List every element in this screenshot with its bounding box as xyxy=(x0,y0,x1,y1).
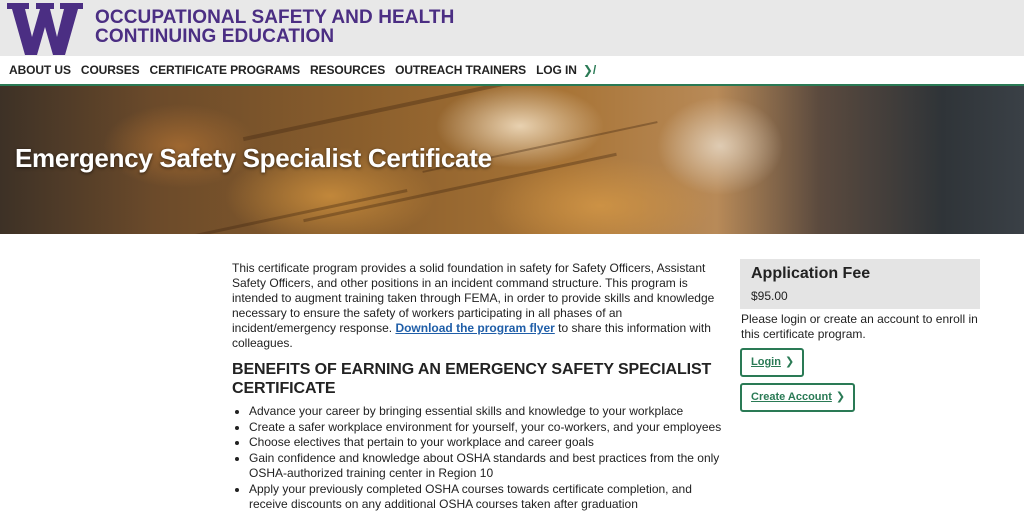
create-account-button[interactable]: Create Account ❯ xyxy=(740,383,856,412)
intro-paragraph: This certificate program provides a soli… xyxy=(232,261,722,351)
main-column: This certificate program provides a soli… xyxy=(232,261,722,513)
uw-logo[interactable] xyxy=(6,0,84,56)
main-nav: ABOUT US COURSES CERTIFICATE PROGRAMS RE… xyxy=(0,56,1024,86)
site-title[interactable]: OCCUPATIONAL SAFETY AND HEALTH CONTINUIN… xyxy=(95,8,454,46)
application-fee-box: Application Fee $95.00 xyxy=(740,259,980,309)
nav-about-us[interactable]: ABOUT US xyxy=(9,63,71,77)
list-item: Apply your previously completed OSHA cou… xyxy=(249,482,722,513)
login-button[interactable]: Login ❯ xyxy=(740,348,805,377)
nav-courses[interactable]: COURSES xyxy=(81,63,140,77)
sidebar: Application Fee $95.00 Please login or c… xyxy=(740,259,980,412)
list-item: Create a safer workplace environment for… xyxy=(249,420,722,436)
login-button-label: Login xyxy=(751,356,781,368)
program-flyer-link[interactable]: Download the program flyer xyxy=(395,321,554,335)
hero-banner: Emergency Safety Specialist Certificate xyxy=(0,86,1024,234)
chevron-right-icon: ❯/ xyxy=(582,63,597,77)
fee-price: $95.00 xyxy=(751,289,788,303)
chevron-right-icon: ❯ xyxy=(835,391,846,403)
fee-title: Application Fee xyxy=(751,265,871,282)
page-title: Emergency Safety Specialist Certificate xyxy=(15,143,492,173)
site-header: OCCUPATIONAL SAFETY AND HEALTH CONTINUIN… xyxy=(0,0,1024,56)
list-item: Choose electives that pertain to your wo… xyxy=(249,435,722,451)
list-item: Gain confidence and knowledge about OSHA… xyxy=(249,451,722,482)
site-title-line1: OCCUPATIONAL SAFETY AND HEALTH xyxy=(95,7,455,28)
nav-log-in[interactable]: LOG IN xyxy=(536,63,577,77)
enroll-note: Please login or create an account to enr… xyxy=(741,312,978,341)
benefits-list: Advance your career by bringing essentia… xyxy=(232,404,722,513)
chevron-right-icon: ❯ xyxy=(784,356,795,368)
nav-outreach-trainers[interactable]: OUTREACH TRAINERS xyxy=(395,63,526,77)
nav-resources[interactable]: RESOURCES xyxy=(310,63,385,77)
nav-certificate-programs[interactable]: CERTIFICATE PROGRAMS xyxy=(150,63,301,77)
create-account-button-label: Create Account xyxy=(751,391,832,403)
benefits-heading: BENEFITS OF EARNING AN EMERGENCY SAFETY … xyxy=(232,361,712,397)
w-logo-icon xyxy=(7,3,83,55)
site-title-line2: CONTINUING EDUCATION xyxy=(95,26,335,47)
list-item: Advance your career by bringing essentia… xyxy=(249,404,722,420)
